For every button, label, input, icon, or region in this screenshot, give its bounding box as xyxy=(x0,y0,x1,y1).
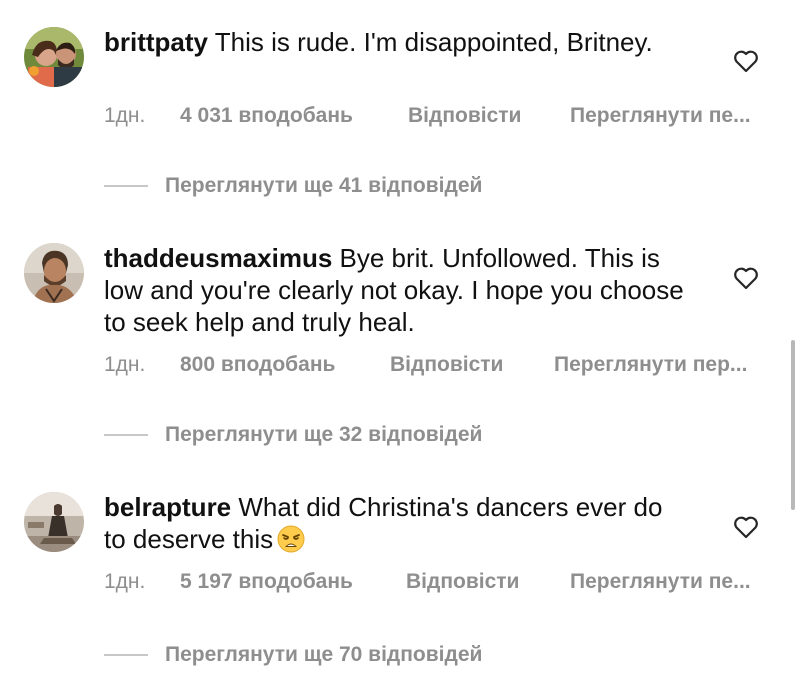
comment-time: 1дн. xyxy=(104,353,146,376)
likes-count[interactable]: 4 031 вподобань xyxy=(180,101,353,131)
replies-divider xyxy=(104,434,148,436)
replies-divider xyxy=(104,185,148,187)
comment-body: This is rude. I'm disappointed, Britney. xyxy=(214,27,653,57)
avatar[interactable] xyxy=(24,27,84,87)
translate-button[interactable]: Переглянути пе... xyxy=(570,101,751,131)
view-replies-label[interactable]: Переглянути ще 70 відповідей xyxy=(165,640,482,670)
profile-photo-icon xyxy=(24,492,84,552)
likes-count[interactable]: 800 вподобань xyxy=(180,350,335,380)
scrollbar[interactable] xyxy=(791,340,795,510)
comment-time: 1дн. xyxy=(104,104,146,127)
comment-username[interactable]: brittpaty xyxy=(104,27,208,57)
comment-text: belrapture What did Christina's dancers … xyxy=(104,491,684,555)
reply-button[interactable]: Відповісти xyxy=(406,567,519,597)
comment-time: 1дн. xyxy=(104,570,146,593)
translate-button[interactable]: Переглянути пер... xyxy=(554,350,747,380)
comment-meta: 1дн. 5 197 вподобань Відповісти Переглян… xyxy=(104,567,784,597)
comment-meta: 1дн. 4 031 вподобань Відповісти Переглян… xyxy=(104,101,784,131)
profile-photo-icon xyxy=(24,243,84,303)
reply-button[interactable]: Відповісти xyxy=(408,101,521,131)
profile-photo-icon xyxy=(24,27,84,87)
comment-username[interactable]: belrapture xyxy=(104,492,231,522)
view-replies[interactable]: Переглянути ще 41 відповідей xyxy=(104,171,554,201)
view-replies-label[interactable]: Переглянути ще 32 відповідей xyxy=(165,420,482,450)
comment-text: thaddeusmaximus Bye brit. Unfollowed. Th… xyxy=(104,242,684,338)
heart-outline-icon[interactable] xyxy=(733,266,759,290)
comment-meta: 1дн. 800 вподобань Відповісти Переглянут… xyxy=(104,350,784,380)
likes-count[interactable]: 5 197 вподобань xyxy=(180,567,353,597)
reply-button[interactable]: Відповісти xyxy=(390,350,503,380)
view-replies[interactable]: Переглянути ще 32 відповідей xyxy=(104,420,554,450)
translate-button[interactable]: Переглянути пе... xyxy=(570,567,751,597)
heart-outline-icon[interactable] xyxy=(733,515,759,539)
heart-outline-icon[interactable] xyxy=(733,49,759,73)
view-replies-label[interactable]: Переглянути ще 41 відповідей xyxy=(165,171,482,201)
comment-username[interactable]: thaddeusmaximus xyxy=(104,243,332,273)
weary-face-emoji-icon xyxy=(277,525,305,553)
view-replies[interactable]: Переглянути ще 70 відповідей xyxy=(104,640,554,670)
replies-divider xyxy=(104,654,148,656)
avatar[interactable] xyxy=(24,243,84,303)
comment-text: brittpaty This is rude. I'm disappointed… xyxy=(104,26,704,58)
comments-screen: brittpaty This is rude. I'm disappointed… xyxy=(0,0,800,690)
avatar[interactable] xyxy=(24,492,84,552)
